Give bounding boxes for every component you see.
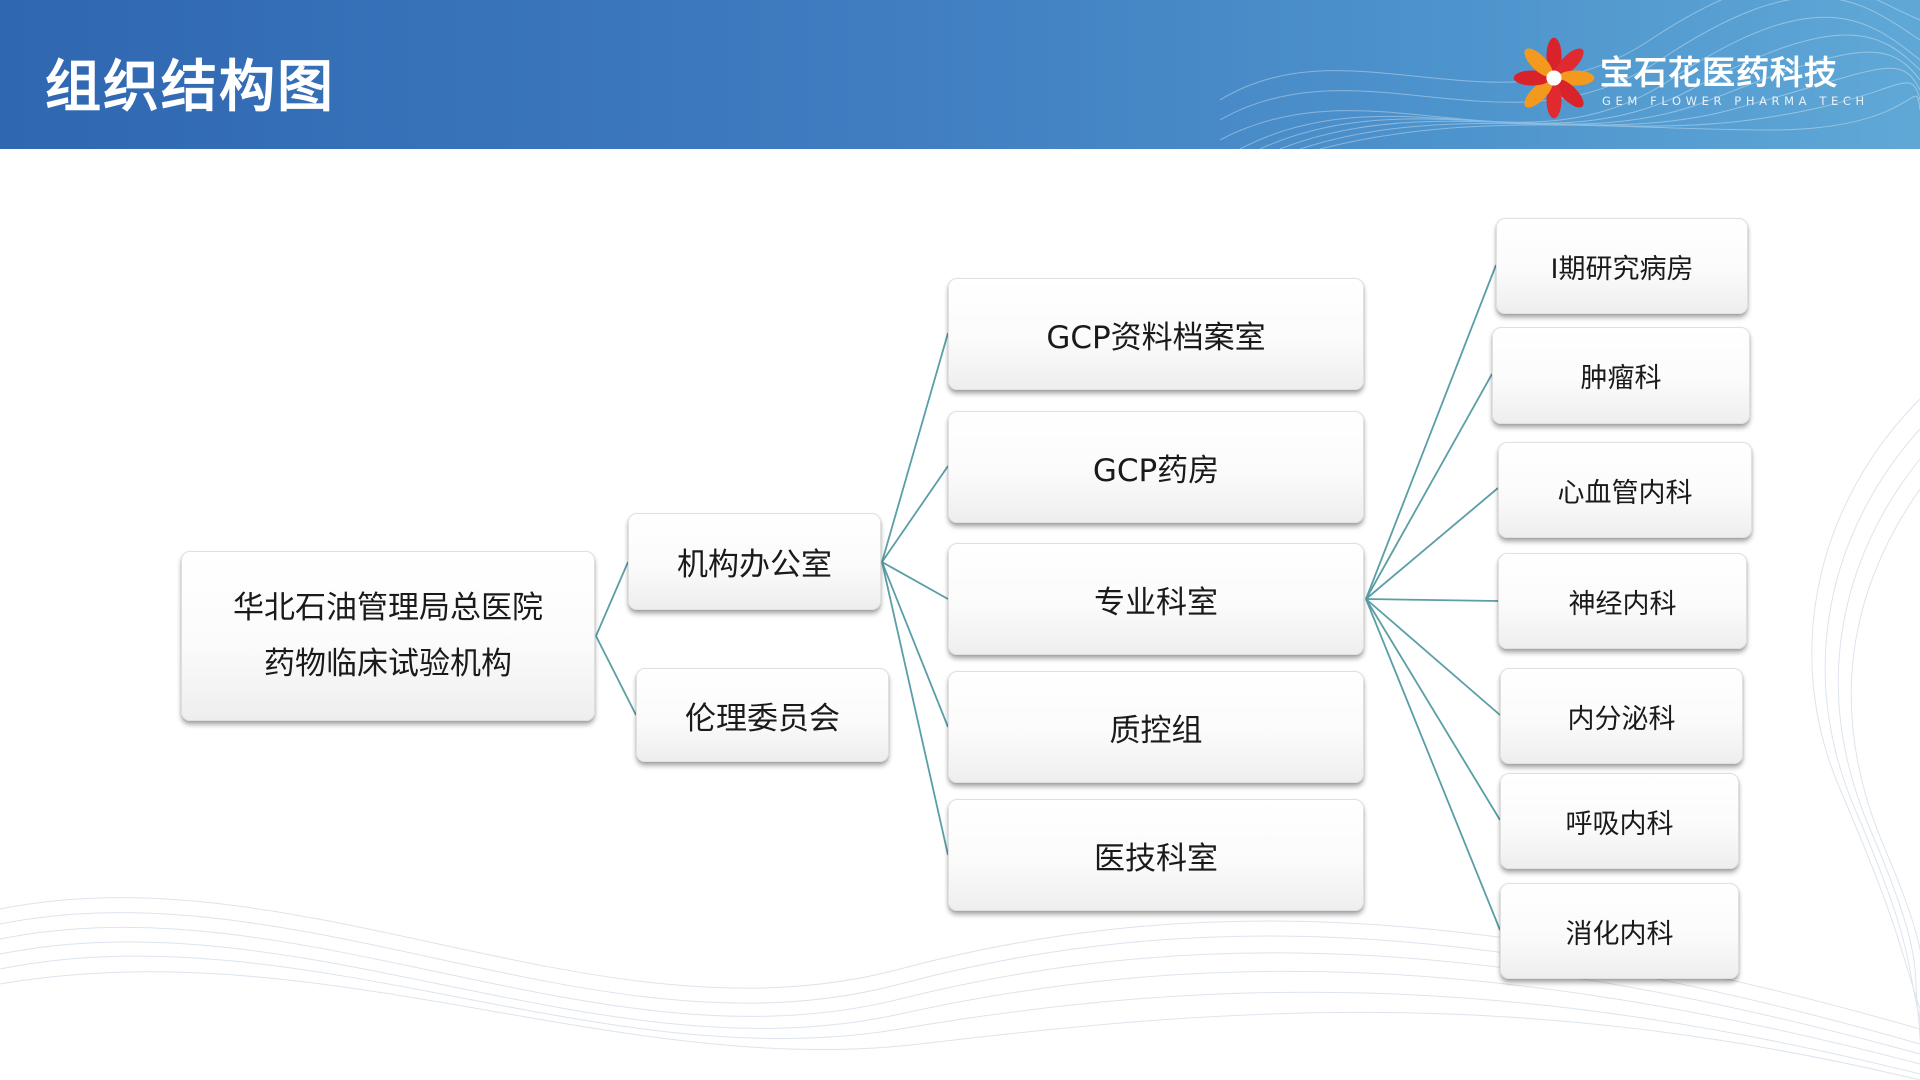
org-node-cardiology-label: 心血管内科 <box>1557 477 1693 509</box>
org-node-office-label: 机构办公室 <box>677 547 832 583</box>
org-node-departments: 专业科室 <box>948 543 1364 655</box>
org-node-office: 机构办公室 <box>628 513 881 610</box>
org-node-ethics-label: 伦理委员会 <box>685 700 840 737</box>
org-node-phase1-ward-label: I期研究病房 <box>1550 253 1694 285</box>
connector-root-ethics <box>595 635 637 716</box>
org-node-root-line1: 华北石油管理局总医院 <box>233 590 543 626</box>
org-node-quality-control-label: 质控组 <box>1109 712 1203 749</box>
connector-office-medtech <box>881 561 949 856</box>
org-node-endocrinology-label: 内分泌科 <box>1567 703 1676 735</box>
org-node-oncology: 肿瘤科 <box>1492 327 1750 424</box>
org-node-root: 华北石油管理局总医院 药物临床试验机构 <box>181 551 595 721</box>
org-node-respiratory-label: 呼吸内科 <box>1565 808 1674 840</box>
org-node-neurology: 神经内科 <box>1498 553 1747 649</box>
org-node-endocrinology: 内分泌科 <box>1500 668 1743 764</box>
connector-dept-gastro <box>1365 598 1501 931</box>
connector-office-departments <box>881 561 949 600</box>
org-node-archive: GCP资料档案室 <box>948 278 1364 390</box>
connector-dept-phase1 <box>1365 264 1497 600</box>
connector-office-pharmacy <box>881 465 949 563</box>
connector-dept-neurology <box>1365 598 1499 602</box>
org-node-archive-label: GCP资料档案室 <box>1046 319 1266 356</box>
org-node-phase1-ward: I期研究病房 <box>1496 218 1748 314</box>
org-node-respiratory: 呼吸内科 <box>1500 773 1739 869</box>
connector-office-qc <box>881 561 949 728</box>
connector-dept-respiratory <box>1365 598 1501 821</box>
connector-dept-cardiology <box>1365 487 1499 600</box>
org-node-gastroenterology: 消化内科 <box>1500 883 1739 979</box>
connector-dept-endocrinology <box>1365 598 1501 716</box>
org-node-pharmacy-label: GCP药房 <box>1092 452 1220 489</box>
connector-office-archive <box>881 332 949 563</box>
org-node-cardiology: 心血管内科 <box>1498 442 1752 538</box>
connector-root-office <box>595 561 629 637</box>
org-node-pharmacy: GCP药房 <box>948 411 1364 523</box>
org-node-departments-label: 专业科室 <box>1094 584 1218 621</box>
org-node-neurology-label: 神经内科 <box>1568 588 1677 620</box>
org-node-quality-control: 质控组 <box>948 671 1364 783</box>
org-node-root-line2: 药物临床试验机构 <box>264 646 512 682</box>
org-node-oncology-label: 肿瘤科 <box>1580 363 1662 394</box>
org-node-medtech: 医技科室 <box>948 799 1364 911</box>
org-node-gastroenterology-label: 消化内科 <box>1565 918 1674 950</box>
connector-dept-oncology <box>1365 373 1493 600</box>
org-node-medtech-label: 医技科室 <box>1094 840 1218 877</box>
org-node-ethics: 伦理委员会 <box>636 668 889 762</box>
